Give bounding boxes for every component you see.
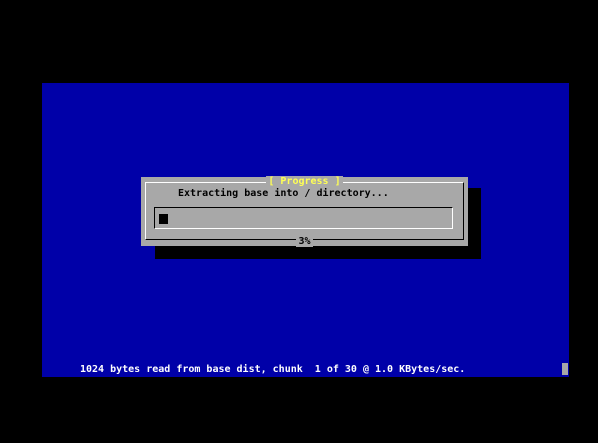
progress-bar: [154, 207, 453, 229]
screen: [ Progress ] Extracting base into / dire…: [0, 0, 598, 443]
block-cursor-icon: [562, 363, 568, 375]
dialog-message: Extracting base into / directory...: [178, 188, 389, 199]
status-line: 1024 bytes read from base dist, chunk 1 …: [80, 364, 466, 375]
dialog-title: [ Progress ]: [141, 176, 468, 188]
progress-percent-label: 3%: [296, 236, 313, 247]
dialog-title-text: [ Progress ]: [266, 176, 343, 187]
progress-percent: 3%: [141, 236, 468, 248]
progress-fill: [159, 214, 168, 224]
